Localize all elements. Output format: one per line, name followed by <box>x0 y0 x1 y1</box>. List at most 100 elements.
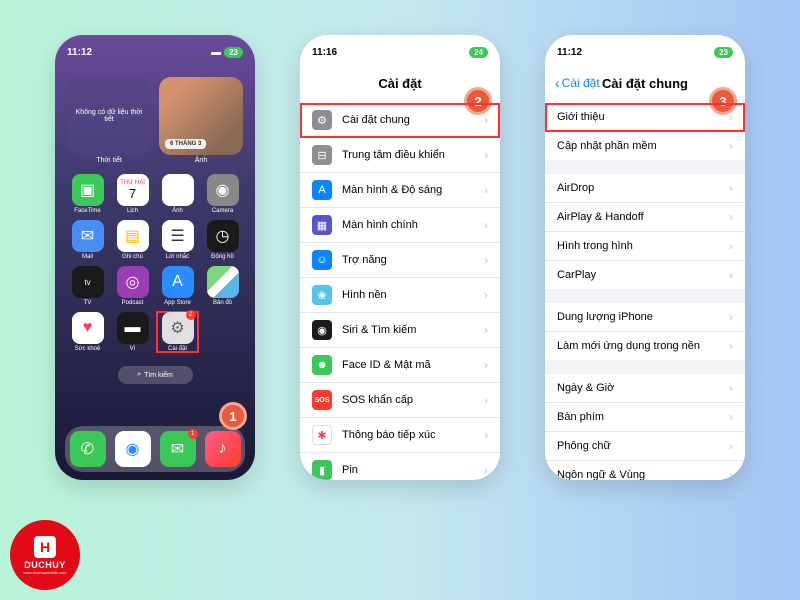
chevron-icon: › <box>484 288 488 302</box>
logo-text: DUCHUY <box>24 560 66 570</box>
row-general[interactable]: ⚙Cài đặt chung› <box>300 103 500 138</box>
page-title: Cài đặt <box>378 76 421 91</box>
app-calendar[interactable]: THỨ HAI7Lịch <box>112 174 153 214</box>
widget-row: Không có dữ liệu thời tiết Thời tiết 6 T… <box>55 69 255 168</box>
messages-badge: 1 <box>188 429 198 439</box>
status-bar: 11:16 24 <box>300 35 500 69</box>
row-faceid[interactable]: ☻Face ID & Mật mã› <box>300 348 500 383</box>
row-battery[interactable]: ▮Pin› <box>300 453 500 480</box>
row-accessibility[interactable]: ☺Trợ năng› <box>300 243 500 278</box>
general-list[interactable]: Giới thiệu› Cập nhật phần mềm› AirDrop› … <box>545 103 745 480</box>
status-bar: 11:12 ▬ 23 <box>55 35 255 69</box>
status-right: 23 <box>714 47 733 58</box>
grid-icon: ▦ <box>312 215 332 235</box>
dock-safari[interactable]: ◉ <box>115 431 151 467</box>
app-wallet[interactable]: ▬Ví <box>112 312 153 352</box>
notes-icon: ▤ <box>117 220 149 252</box>
back-button[interactable]: ‹Cài đặt <box>555 75 600 91</box>
chevron-icon: › <box>484 463 488 477</box>
app-tv[interactable]: tvTV <box>67 266 108 306</box>
row-wallpaper[interactable]: ❀Hình nền› <box>300 278 500 313</box>
row-siri[interactable]: ◉Siri & Tìm kiếm› <box>300 313 500 348</box>
row-homescreen[interactable]: ▦Màn hình chính› <box>300 208 500 243</box>
app-facetime[interactable]: ▣FaceTime <box>67 174 108 214</box>
tv-icon: tv <box>72 266 104 298</box>
chevron-icon: › <box>729 239 733 253</box>
dock: ✆ ◉ ✉1 ♪ <box>65 426 245 472</box>
status-time: 11:12 <box>557 47 582 58</box>
chevron-icon: › <box>484 148 488 162</box>
app-photos[interactable]: ❋Ảnh <box>157 174 198 214</box>
battery-indicator: 23 <box>224 47 243 58</box>
photos-label: Ảnh <box>159 157 243 164</box>
chevron-icon: › <box>729 439 733 453</box>
weather-widget[interactable]: Không có dữ liệu thời tiết <box>67 77 151 155</box>
chevron-icon: › <box>729 310 733 324</box>
exposure-icon: ✱ <box>312 425 332 445</box>
app-grid: ▣FaceTime THỨ HAI7Lịch ❋Ảnh ◉Camera ✉Mai… <box>55 168 255 358</box>
row-about[interactable]: Giới thiệu› <box>545 103 745 132</box>
row-carplay[interactable]: CarPlay› <box>545 261 745 289</box>
app-appstore[interactable]: AApp Store <box>157 266 198 306</box>
mail-icon: ✉ <box>72 220 104 252</box>
settings-badge: 2 <box>186 310 196 320</box>
app-podcast[interactable]: ◎Podcast <box>112 266 153 306</box>
row-software-update[interactable]: Cập nhật phần mềm› <box>545 132 745 160</box>
chevron-icon: › <box>729 381 733 395</box>
dock-music[interactable]: ♪ <box>205 431 241 467</box>
row-exposure[interactable]: ✱Thông báo tiếp xúc› <box>300 418 500 453</box>
app-maps[interactable]: Bản đồ <box>202 266 243 306</box>
settings-list[interactable]: ⚙Cài đặt chung› ⊟Trung tâm điều khiển› A… <box>300 103 500 480</box>
row-fonts[interactable]: Phông chữ› <box>545 432 745 461</box>
dock-phone[interactable]: ✆ <box>70 431 106 467</box>
row-keyboard[interactable]: Bàn phím› <box>545 403 745 432</box>
app-reminders[interactable]: ☰Lời nhắc <box>157 220 198 260</box>
chevron-icon: › <box>729 181 733 195</box>
toggles-icon: ⊟ <box>312 145 332 165</box>
calendar-icon: THỨ HAI7 <box>117 174 149 206</box>
row-sos[interactable]: SOSSOS khẩn cấp› <box>300 383 500 418</box>
row-background-refresh[interactable]: Làm mới ứng dụng trong nền› <box>545 332 745 360</box>
status-right: ▬ 23 <box>211 47 243 58</box>
status-time: 11:16 <box>312 47 337 58</box>
chevron-icon: › <box>729 210 733 224</box>
gear-icon: ⚙ <box>312 110 332 130</box>
signal-icon: ▬ <box>211 47 221 58</box>
photos-widget[interactable]: 6 THÁNG 3 <box>159 77 243 155</box>
app-mail[interactable]: ✉Mail <box>67 220 108 260</box>
chevron-icon: › <box>484 323 488 337</box>
app-notes[interactable]: ▤Ghi chú <box>112 220 153 260</box>
row-airplay[interactable]: AirPlay & Handoff› <box>545 203 745 232</box>
chevron-icon: › <box>484 183 488 197</box>
search-pill[interactable]: ⌕Tìm kiếm <box>118 366 193 384</box>
app-settings[interactable]: ⚙2Cài đặt <box>157 312 198 352</box>
row-pip[interactable]: Hình trong hình› <box>545 232 745 261</box>
page-title: Cài đặt chung <box>602 76 688 91</box>
siri-icon: ◉ <box>312 320 332 340</box>
status-time: 11:12 <box>67 47 92 58</box>
row-airdrop[interactable]: AirDrop› <box>545 174 745 203</box>
chevron-icon: › <box>484 393 488 407</box>
dock-messages[interactable]: ✉1 <box>160 431 196 467</box>
photos-icon: ❋ <box>162 174 194 206</box>
chevron-icon: › <box>484 113 488 127</box>
row-display[interactable]: AMàn hình & Độ sáng› <box>300 173 500 208</box>
step-badge-1: 1 <box>219 402 247 430</box>
chevron-icon: › <box>729 410 733 424</box>
row-datetime[interactable]: Ngày & Giờ› <box>545 374 745 403</box>
row-language[interactable]: Ngôn ngữ & Vùng› <box>545 461 745 480</box>
logo-mark: H <box>34 536 56 558</box>
app-health[interactable]: ♥Sức khoẻ <box>67 312 108 352</box>
reminders-icon: ☰ <box>162 220 194 252</box>
phone-homescreen: 11:12 ▬ 23 Không có dữ liệu thời tiết Th… <box>55 35 255 480</box>
row-storage[interactable]: Dung lượng iPhone› <box>545 303 745 332</box>
faceid-icon: ☻ <box>312 355 332 375</box>
appstore-icon: A <box>162 266 194 298</box>
app-camera[interactable]: ◉Camera <box>202 174 243 214</box>
search-icon: ⌕ <box>137 371 141 379</box>
app-clock[interactable]: ◷Đồng hồ <box>202 220 243 260</box>
chevron-icon: › <box>729 139 733 153</box>
row-control-center[interactable]: ⊟Trung tâm điều khiển› <box>300 138 500 173</box>
chevron-icon: › <box>729 468 733 480</box>
health-icon: ♥ <box>72 312 104 344</box>
